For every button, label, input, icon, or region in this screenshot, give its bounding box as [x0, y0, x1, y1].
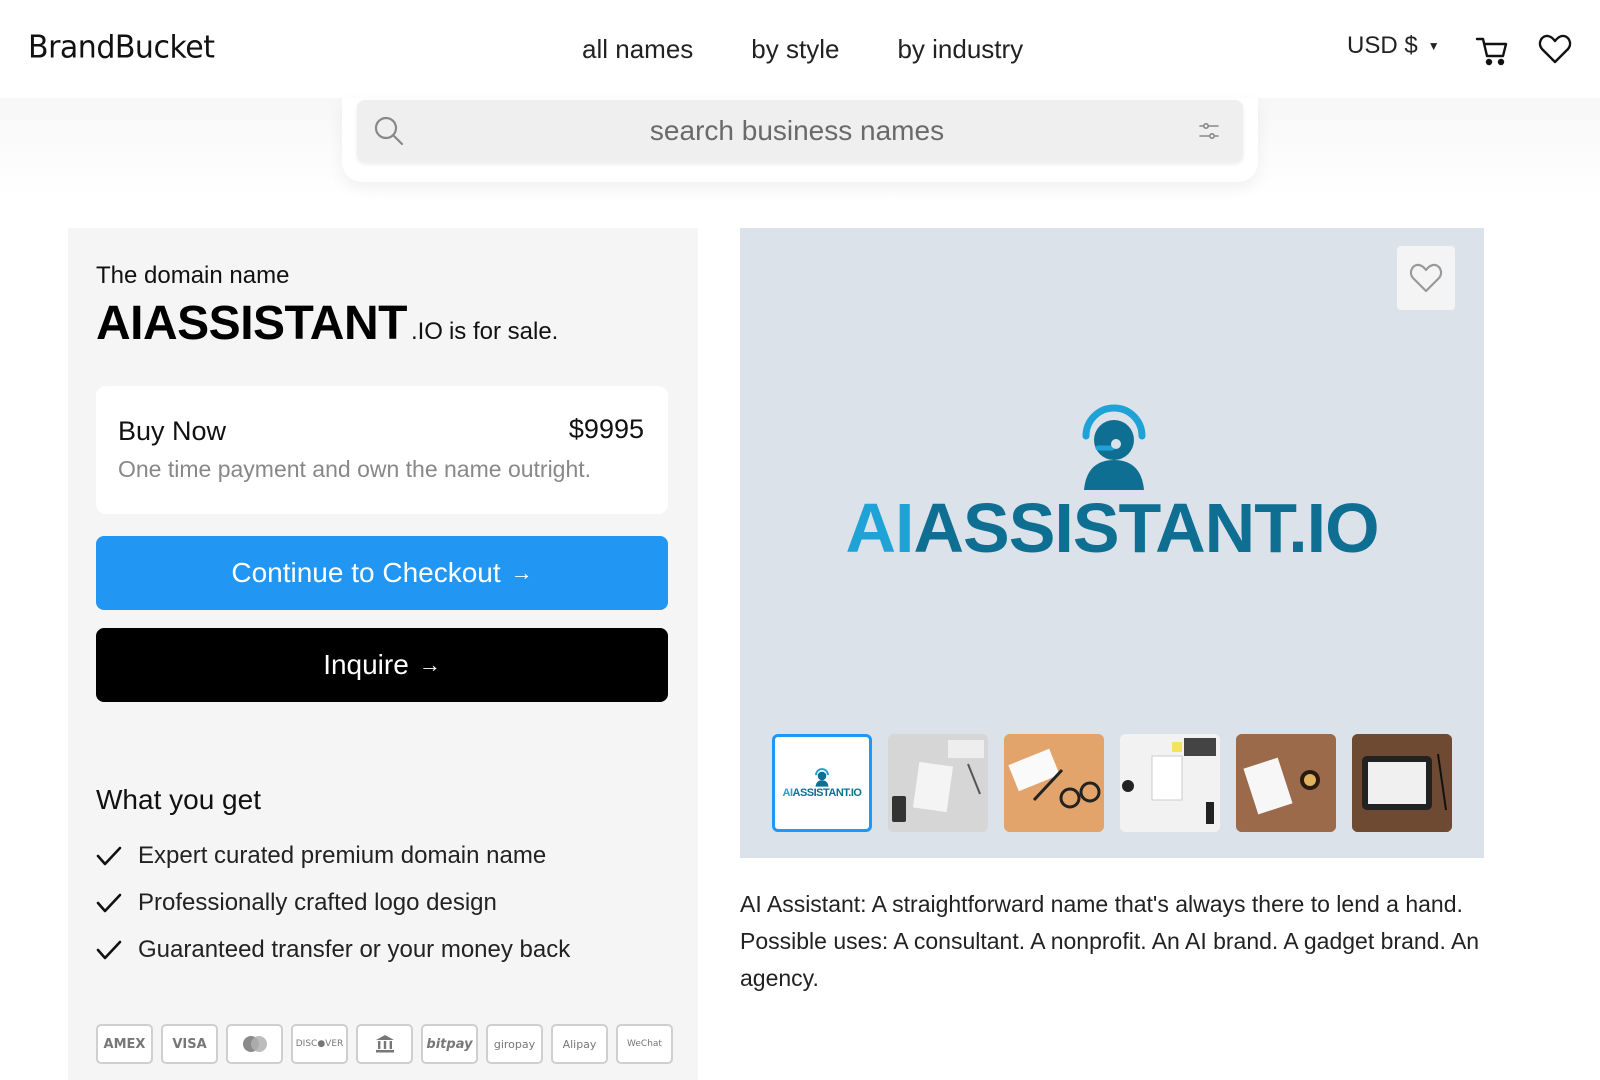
site-header: BrandBucket all names by style by indust… — [0, 0, 1600, 100]
cart-icon[interactable] — [1474, 32, 1510, 68]
buy-now-price: $9995 — [568, 414, 644, 444]
paper-mockup-image — [1236, 734, 1336, 832]
currency-label: USD $ — [1347, 32, 1418, 59]
list-item: Expert curated premium domain name — [96, 832, 570, 879]
domain-intro: The domain name — [96, 262, 290, 289]
benefit-text: Guaranteed transfer or your money back — [138, 935, 571, 963]
heart-icon — [1409, 263, 1443, 293]
benefit-text: Professionally crafted logo design — [138, 888, 497, 916]
list-item: Professionally crafted logo design — [96, 879, 570, 926]
checkmark-icon — [96, 893, 122, 912]
search-bar — [357, 100, 1243, 162]
desk-mockup-image — [888, 734, 988, 832]
wechat-logo-icon: WeChat — [616, 1024, 673, 1064]
inquire-button[interactable]: Inquire → — [96, 628, 668, 702]
thumbnail-mockup-desk[interactable] — [888, 734, 988, 832]
inquire-label: Inquire — [323, 649, 409, 680]
nav-by-industry[interactable]: by industry — [897, 34, 1023, 65]
caret-down-icon: ▼ — [1427, 39, 1440, 53]
main-nav: all names by style by industry — [582, 34, 1023, 65]
search-icon — [374, 116, 404, 146]
wishlist-heart-icon[interactable] — [1538, 32, 1572, 66]
domain-heading: AIASSISTANT .IO is for sale. — [96, 296, 558, 351]
thumbnail-wordmark-rest: ASSISTANT.IO — [792, 787, 862, 799]
domain-suffix: is for sale. — [448, 318, 559, 345]
checkout-label: Continue to Checkout — [231, 557, 501, 588]
buy-now-title: Buy Now — [118, 416, 227, 446]
purchase-panel: The domain name AIASSISTANT .IO is for s… — [68, 228, 698, 1080]
what-you-get-title: What you get — [96, 784, 261, 815]
arrow-right-icon: → — [510, 560, 533, 585]
nav-by-style[interactable]: by style — [751, 34, 839, 65]
mastercard-logo-icon — [226, 1024, 283, 1064]
thumbnail-mockup-notebook[interactable] — [1120, 734, 1220, 832]
payment-methods: AMEX VISA DISC●VER bitpay giropay Alipay… — [96, 1024, 673, 1064]
thumbnail-wordmark: AIASSISTANT.IO — [783, 787, 862, 799]
thumbnail-wordmark-ai: AI — [782, 787, 794, 799]
checkmark-icon — [96, 846, 122, 865]
what-you-get-list: Expert curated premium domain name Profe… — [96, 832, 570, 973]
thumbnail-logo[interactable]: AIASSISTANT.IO — [772, 734, 872, 832]
alipay-logo-icon: Alipay — [551, 1024, 608, 1064]
currency-selector[interactable]: USD $ ▼ — [1347, 32, 1440, 60]
tablet-mockup-image — [1352, 734, 1452, 832]
thumbnail-mockup-tablet[interactable] — [1352, 734, 1452, 832]
brandbucket-logo[interactable]: BrandBucket — [28, 29, 215, 66]
brand-wordmark: AIASSISTANT.IO — [740, 488, 1484, 568]
benefit-text: Expert curated premium domain name — [138, 841, 547, 869]
buy-now-card[interactable]: Buy Now $9995 One time payment and own t… — [96, 386, 668, 514]
favorite-button[interactable] — [1397, 246, 1455, 310]
notebook-mockup-image — [1120, 734, 1220, 832]
headset-avatar-icon — [815, 768, 829, 787]
card-mockup-image — [1004, 734, 1104, 832]
discover-logo-icon: DISC●VER — [291, 1024, 348, 1064]
bitpay-logo-icon: bitpay — [421, 1024, 478, 1064]
amex-logo-icon: AMEX — [96, 1024, 153, 1064]
thumbnail-mockup-card[interactable] — [1004, 734, 1104, 832]
headset-avatar-icon — [1082, 404, 1146, 490]
logo-preview: AIASSISTANT.IO AIASSISTANT.IO — [740, 228, 1484, 858]
arrow-right-icon: → — [418, 652, 441, 677]
buy-now-subtitle: One time payment and own the name outrig… — [118, 456, 592, 482]
name-description: AI Assistant: A straightforward name tha… — [740, 891, 1480, 991]
domain-name: AIASSISTANT — [96, 297, 407, 350]
wordmark-ai: AI — [845, 489, 914, 567]
bank-icon — [356, 1024, 413, 1064]
continue-to-checkout-button[interactable]: Continue to Checkout → — [96, 536, 668, 610]
filter-sliders-icon[interactable] — [1197, 119, 1221, 143]
wordmark-rest: ASSISTANT.IO — [913, 489, 1379, 567]
checkmark-icon — [96, 940, 122, 959]
search-input[interactable] — [417, 100, 1177, 162]
nav-all-names[interactable]: all names — [582, 34, 693, 65]
thumbnail-strip: AIASSISTANT.IO — [772, 734, 1452, 832]
visa-logo-icon: VISA — [161, 1024, 218, 1064]
domain-tld: .IO — [410, 318, 443, 345]
list-item: Guaranteed transfer or your money back — [96, 926, 570, 973]
thumbnail-mockup-paper[interactable] — [1236, 734, 1336, 832]
giropay-logo-icon: giropay — [486, 1024, 543, 1064]
